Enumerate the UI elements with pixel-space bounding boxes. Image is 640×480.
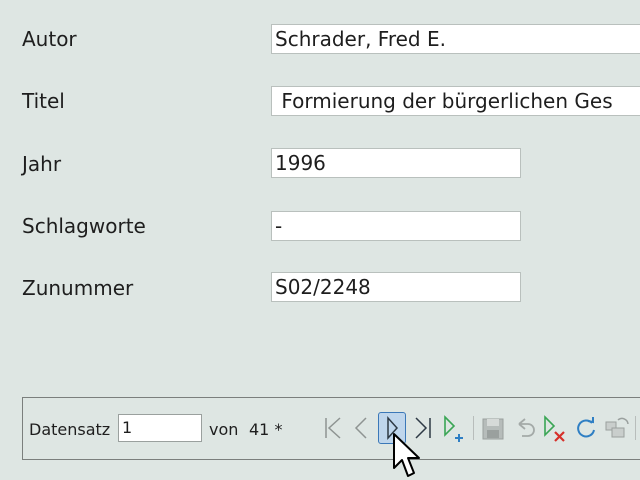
new-record-icon (444, 415, 463, 442)
refresh-control-icon (605, 417, 629, 438)
author-label: Autor (22, 27, 77, 51)
refresh-icon (577, 417, 595, 438)
keywords-label: Schlagworte (22, 214, 146, 238)
title-label: Titel (22, 89, 65, 113)
record-number-input[interactable]: 1 (118, 414, 202, 442)
mouse-pointer-icon (393, 433, 420, 477)
first-record-icon (325, 417, 341, 439)
refresh-button[interactable] (572, 412, 600, 444)
new-record-button[interactable] (439, 412, 467, 444)
undo-button[interactable] (511, 412, 539, 444)
previous-record-button[interactable] (348, 412, 376, 444)
toolbar-separator (635, 416, 636, 440)
previous-record-icon (354, 417, 367, 439)
refresh-control-button[interactable] (603, 412, 631, 444)
keywords-field[interactable]: - (271, 211, 521, 241)
zunummer-field[interactable]: S02/2248 (271, 272, 521, 302)
zunummer-label: Zunummer (22, 276, 134, 300)
undo-icon (518, 418, 535, 437)
author-field[interactable]: Schrader, Fred E. (271, 24, 640, 54)
delete-record-button[interactable] (540, 412, 568, 444)
first-record-button[interactable] (320, 412, 348, 444)
record-label: Datensatz (29, 420, 111, 439)
title-field[interactable]: Formierung der bürgerlichen Ges (271, 86, 640, 116)
record-navigation-bar: Datensatz 1 von 41 * (22, 397, 640, 460)
year-label: Jahr (22, 152, 62, 176)
save-record-icon (482, 418, 504, 440)
toolbar-separator (473, 416, 474, 440)
save-record-button[interactable] (479, 412, 507, 444)
of-label: von (209, 420, 239, 439)
record-total: 41 * (249, 420, 283, 439)
year-field[interactable]: 1996 (271, 148, 521, 178)
delete-record-icon (544, 415, 565, 442)
